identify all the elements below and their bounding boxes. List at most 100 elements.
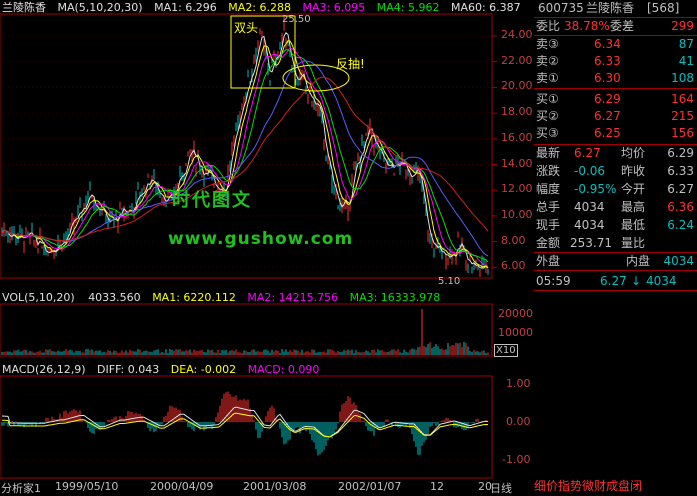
tabs-label[interactable]: 细价指势微财成盘闭 bbox=[534, 479, 642, 493]
amount-row: 金额 253.71 量比 bbox=[534, 235, 697, 252]
quote-value: 4034 bbox=[574, 200, 605, 214]
quote-label: 今开 bbox=[621, 182, 646, 196]
macd-params: MACD(26,12,9) bbox=[2, 363, 86, 376]
ask-volume: 108 bbox=[671, 71, 694, 85]
vol-ma3: MA3: 16333.978 bbox=[349, 291, 441, 304]
macd-macd: MACD: 0.090 bbox=[247, 363, 320, 376]
weicha-value: 299 bbox=[671, 19, 694, 33]
stock-code: 600735 bbox=[538, 1, 584, 15]
tick-volume: 4034 bbox=[646, 274, 677, 288]
date-3: 2001/03/08 bbox=[243, 480, 307, 493]
quote-label: 幅度 bbox=[536, 182, 561, 196]
watermark-url: www.gushow.com bbox=[168, 229, 354, 249]
quote-label: 最新 bbox=[536, 146, 561, 160]
stock-num: [568] bbox=[647, 1, 680, 15]
bid-price: 6.27 bbox=[594, 109, 621, 123]
macd-axis-1: 1.00 bbox=[506, 377, 531, 390]
quote-label: 最高 bbox=[621, 200, 646, 214]
date-axis: 分析家1 1999/05/10 2000/04/09 2001/03/08 20… bbox=[0, 480, 534, 495]
liangbi-label: 量比 bbox=[621, 236, 646, 250]
quote-row: 幅度 -0.95% 今开 6.27 bbox=[534, 181, 697, 198]
vol-params: VOL(5,10,20) bbox=[2, 291, 75, 304]
macd-header: MACD(26,12,9) DIFF: 0.043 DEA: -0.002 MA… bbox=[2, 363, 319, 376]
bid-label: 买① bbox=[536, 92, 559, 106]
vol-unit-label: X10 bbox=[494, 344, 518, 357]
price-axis-label: 14.00 bbox=[501, 156, 533, 170]
ask-volume: 41 bbox=[678, 54, 694, 68]
vol-header: VOL(5,10,20) 4033.560 MA1: 6220.112 MA2:… bbox=[2, 291, 440, 304]
neipan-value: 4034 bbox=[663, 254, 694, 268]
quote-label: 最低 bbox=[621, 218, 646, 232]
bid-row: 买③ 6.25 156 bbox=[534, 125, 697, 142]
quote-label: 昨收 bbox=[621, 164, 646, 178]
bottom-tabs[interactable]: 细价指势微财成盘闭 bbox=[534, 478, 697, 495]
bid-volume: 215 bbox=[671, 109, 694, 123]
ma60-value: MA60: 6.387 bbox=[450, 1, 521, 14]
vol-ma2: MA2: 14215.756 bbox=[247, 291, 339, 304]
price-axis-label: 12.00 bbox=[501, 182, 533, 196]
date-5: 12 bbox=[430, 480, 444, 493]
price-axis-label: 8.00 bbox=[501, 233, 526, 247]
macd-diff: DIFF: 0.043 bbox=[97, 363, 160, 376]
quote-value: -0.95% bbox=[574, 182, 617, 196]
bid-label: 买② bbox=[536, 109, 559, 123]
date-4: 2002/01/07 bbox=[338, 480, 402, 493]
ask-price: 6.33 bbox=[594, 54, 621, 68]
quote-value: 6.36 bbox=[667, 200, 694, 214]
quote-label: 均价 bbox=[621, 146, 646, 160]
vol-axis-10000: 10000 bbox=[498, 326, 533, 339]
period-label[interactable]: 日线 bbox=[490, 480, 512, 496]
waipan-row: 外盘 内盘 4034 bbox=[534, 253, 697, 270]
price-axis-label: 16.00 bbox=[501, 130, 533, 144]
bid-price: 6.25 bbox=[594, 126, 621, 140]
neipan-label: 内盘 bbox=[626, 254, 651, 268]
price-axis-label: 10.00 bbox=[501, 207, 533, 221]
quote-value: 6.29 bbox=[667, 146, 694, 160]
bid-volume: 164 bbox=[671, 92, 694, 106]
watermark-title: 时代图文 bbox=[172, 190, 252, 211]
weibi-value: 38.78% bbox=[564, 19, 610, 33]
ask-label: 卖③ bbox=[536, 37, 559, 51]
ma1-value: MA1: 6.296 bbox=[154, 1, 217, 14]
quote-label: 涨跌 bbox=[536, 164, 561, 178]
vol-value: 4033.560 bbox=[88, 291, 141, 304]
amount-value: 253.71 bbox=[570, 236, 612, 250]
quote-panel: 600735 兰陵陈香 [568] 委比 38.78% 委差 299 卖③ 6.3… bbox=[534, 0, 697, 495]
ma4-value: MA4: 5.962 bbox=[376, 1, 440, 14]
price-axis-label: 18.00 bbox=[501, 105, 533, 119]
ask-price: 6.30 bbox=[594, 71, 621, 85]
tick-time: 05:59 bbox=[536, 274, 571, 288]
quote-value: 6.33 bbox=[667, 164, 694, 178]
macd-axis-0: 0.00 bbox=[506, 415, 531, 428]
date-2: 2000/04/09 bbox=[150, 480, 214, 493]
bid-row: 买② 6.27 215 bbox=[534, 108, 697, 125]
quote-row: 涨跌 -0.06 昨收 6.33 bbox=[534, 163, 697, 180]
vol-axis-20000: 20000 bbox=[498, 307, 533, 320]
ma3-value: MA3: 6.095 bbox=[302, 1, 366, 14]
bid-row: 买① 6.29 164 bbox=[534, 91, 697, 108]
weibi-row: 委比 38.78% 委差 299 bbox=[534, 18, 697, 35]
ask-row: 卖② 6.33 41 bbox=[534, 53, 697, 70]
quote-label: 总手 bbox=[536, 200, 561, 214]
macd-axis-neg1: -1.00 bbox=[502, 453, 531, 466]
price-axis-label: 20.00 bbox=[501, 79, 533, 93]
quote-value: 6.27 bbox=[667, 182, 694, 196]
quote-value: 4034 bbox=[574, 218, 605, 232]
ask-row: 卖① 6.30 108 bbox=[534, 70, 697, 87]
analyst-label[interactable]: 分析家1 bbox=[1, 480, 41, 496]
bid-price: 6.29 bbox=[594, 92, 621, 106]
quote-value: -0.06 bbox=[574, 164, 606, 178]
quote-value: 6.27 bbox=[574, 146, 601, 160]
ma2-value: MA2: 6.288 bbox=[228, 1, 292, 14]
waipan-label: 外盘 bbox=[536, 254, 561, 268]
ask-label: 卖② bbox=[536, 54, 559, 68]
date-1: 1999/05/10 bbox=[55, 480, 119, 493]
macd-dea: DEA: -0.002 bbox=[170, 363, 237, 376]
quote-label: 现手 bbox=[536, 218, 561, 232]
vol-ma1: MA1: 6220.112 bbox=[152, 291, 236, 304]
tick-arrow-icon: ↓ bbox=[631, 274, 642, 288]
ask-row: 卖③ 6.34 87 bbox=[534, 36, 697, 53]
amount-label: 金额 bbox=[536, 236, 561, 250]
bid-label: 买③ bbox=[536, 126, 559, 140]
quote-row: 最新 6.27 均价 6.29 bbox=[534, 145, 697, 162]
